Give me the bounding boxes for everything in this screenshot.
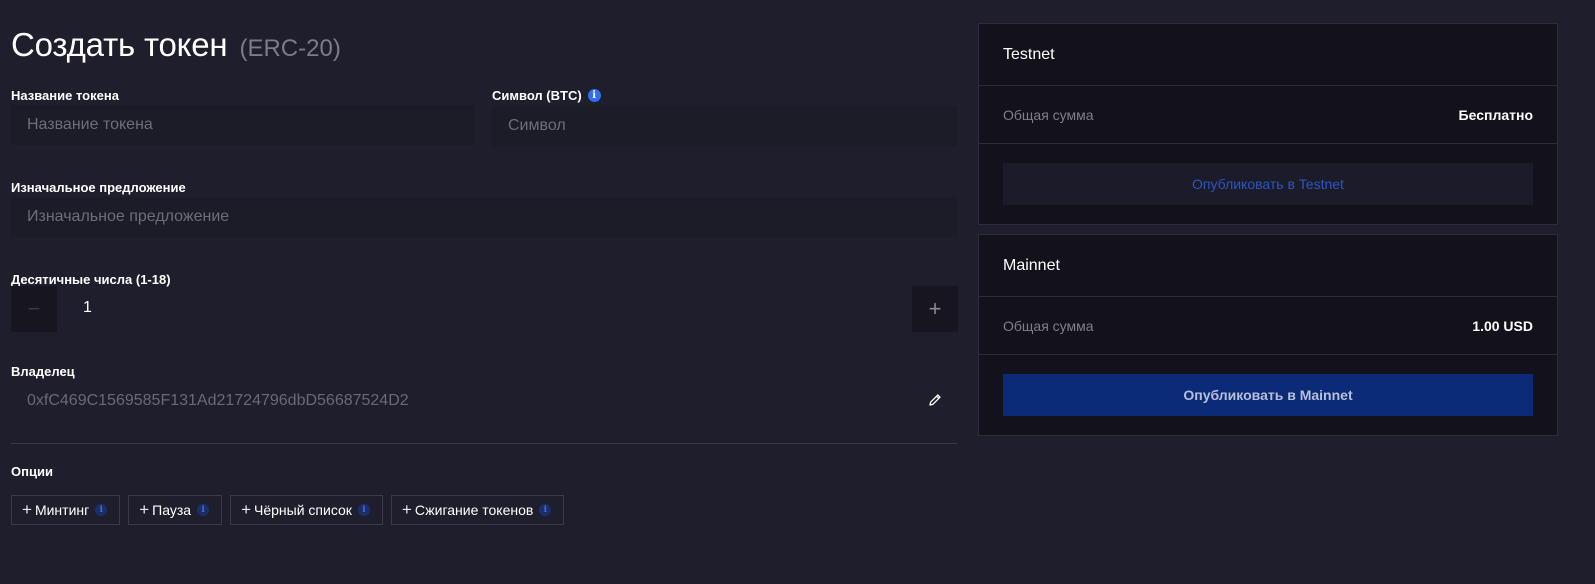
plus-icon: +: [928, 296, 942, 321]
option-blacklist-button[interactable]: + Чёрный список i: [230, 495, 383, 525]
pencil-icon[interactable]: [927, 392, 943, 408]
options-label: Опции: [11, 464, 53, 479]
mainnet-total-row: Общая сумма 1.00 USD: [979, 297, 1557, 355]
page-title: Создать токен: [11, 26, 228, 63]
minus-icon: −: [27, 296, 41, 321]
plus-icon: +: [139, 500, 150, 519]
symbol-label: Символ (BTC) i: [492, 88, 601, 103]
option-label: Пауза: [152, 502, 192, 518]
option-burn-button[interactable]: + Сжигание токенов i: [390, 495, 565, 525]
page-header: Создать токен (ERC-20): [11, 26, 341, 64]
testnet-card-title: Testnet: [979, 24, 1557, 86]
option-pause-button[interactable]: + Пауза i: [128, 495, 223, 525]
mainnet-card: Mainnet Общая сумма 1.00 USD Опубликоват…: [978, 234, 1558, 436]
info-icon[interactable]: i: [539, 504, 552, 516]
page-subtitle: (ERC-20): [239, 35, 341, 62]
increment-button[interactable]: +: [912, 286, 958, 332]
initial-supply-input[interactable]: [11, 197, 957, 237]
option-minting-button[interactable]: + Минтинг i: [11, 495, 121, 525]
symbol-label-text: Символ (BTC): [492, 88, 582, 103]
create-token-page: Создать токен (ERC-20) Название токена С…: [0, 0, 1595, 584]
info-icon[interactable]: i: [587, 89, 601, 102]
section-divider: [11, 443, 957, 444]
mainnet-card-footer: Опубликовать в Mainnet: [979, 355, 1557, 435]
info-icon[interactable]: i: [197, 504, 210, 516]
plus-icon: +: [241, 500, 252, 519]
options-label-text: Опции: [11, 464, 53, 479]
plus-icon: +: [22, 500, 32, 519]
token-name-label: Название токена: [11, 88, 119, 103]
publish-testnet-button[interactable]: Опубликовать в Testnet: [1003, 163, 1533, 205]
option-label: Сжигание токенов: [414, 502, 534, 518]
mainnet-total-value: 1.00 USD: [1472, 317, 1533, 334]
initial-supply-label: Изначальное предложение: [11, 180, 186, 195]
testnet-total-row: Общая сумма Бесплатно: [979, 86, 1557, 144]
decrement-button[interactable]: −: [11, 286, 57, 332]
owner-label-text: Владелец: [11, 364, 75, 379]
symbol-input[interactable]: [492, 106, 957, 146]
token-name-input[interactable]: [11, 105, 475, 145]
publish-mainnet-button[interactable]: Опубликовать в Mainnet: [1003, 374, 1533, 416]
initial-supply-label-text: Изначальное предложение: [11, 180, 186, 195]
plus-icon: +: [401, 500, 412, 519]
option-label: Минтинг: [34, 502, 90, 518]
decimals-label-text: Десятичные числа (1-18): [11, 272, 171, 287]
testnet-total-label: Общая сумма: [1003, 106, 1094, 123]
owner-address: 0xfC469C1569585F131Ad21724796dbD56687524…: [27, 392, 409, 409]
option-label: Чёрный список: [254, 502, 352, 518]
info-icon[interactable]: i: [357, 504, 370, 516]
info-icon[interactable]: i: [95, 504, 108, 516]
decimals-value[interactable]: 1: [83, 299, 92, 317]
decimals-label: Десятичные числа (1-18): [11, 272, 171, 287]
testnet-total-value: Бесплатно: [1458, 106, 1533, 123]
options-list: + Минтинг i + Пауза i + Чёрный список i …: [11, 495, 565, 525]
testnet-card: Testnet Общая сумма Бесплатно Опубликова…: [978, 23, 1558, 225]
mainnet-total-label: Общая сумма: [1003, 317, 1094, 334]
token-name-label-text: Название токена: [11, 88, 119, 103]
mainnet-card-title: Mainnet: [979, 235, 1557, 297]
testnet-card-footer: Опубликовать в Testnet: [979, 144, 1557, 224]
owner-label: Владелец: [11, 364, 75, 379]
